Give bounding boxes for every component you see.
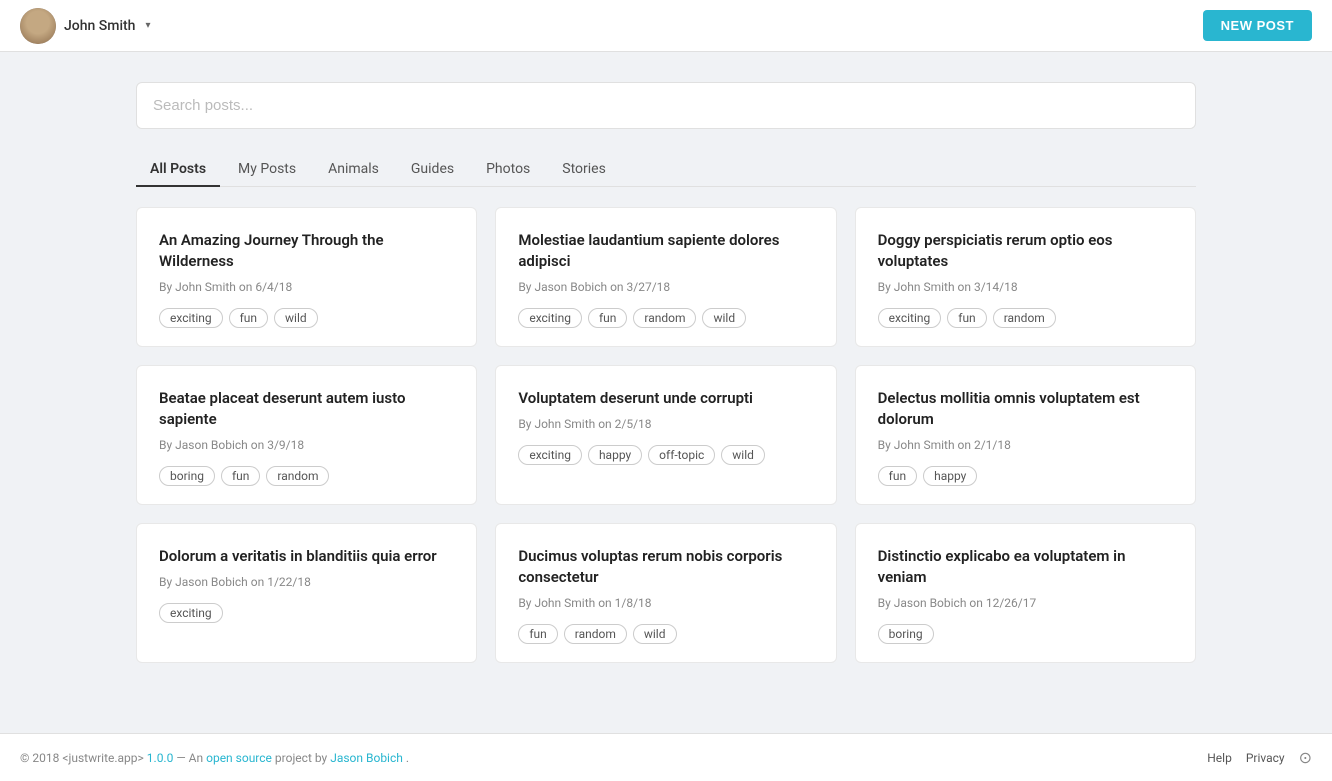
tag-boring[interactable]: boring: [878, 624, 934, 644]
post-tags: exciting fun random wild: [518, 308, 813, 328]
tag-happy[interactable]: happy: [923, 466, 977, 486]
post-tags: fun random wild: [518, 624, 813, 644]
footer-copyright: © 2018 <justwrite.app> 1.0.0 — An open s…: [20, 751, 409, 765]
tag-random[interactable]: random: [633, 308, 696, 328]
post-card: An Amazing Journey Through the Wildernes…: [136, 207, 477, 347]
tag-exciting[interactable]: exciting: [159, 603, 223, 623]
post-author: By John Smith on 2/1/18: [878, 438, 1173, 452]
post-card: Beatae placeat deserunt autem iusto sapi…: [136, 365, 477, 505]
post-tags: exciting happy off-topic wild: [518, 445, 813, 465]
tag-exciting[interactable]: exciting: [518, 445, 582, 465]
post-title: Beatae placeat deserunt autem iusto sapi…: [159, 388, 454, 430]
post-tags: boring: [878, 624, 1173, 644]
post-tags: boring fun random: [159, 466, 454, 486]
tag-exciting[interactable]: exciting: [878, 308, 942, 328]
tab-all-posts[interactable]: All Posts: [136, 153, 220, 187]
tag-wild[interactable]: wild: [721, 445, 765, 465]
post-title: Delectus mollitia omnis voluptatem est d…: [878, 388, 1173, 430]
footer-open-source-link[interactable]: open source: [206, 751, 272, 765]
post-author: By John Smith on 3/14/18: [878, 280, 1173, 294]
search-container: [136, 82, 1196, 129]
tag-exciting[interactable]: exciting: [159, 308, 223, 328]
tab-animals[interactable]: Animals: [314, 153, 393, 187]
posts-grid: An Amazing Journey Through the Wildernes…: [136, 207, 1196, 663]
tag-wild[interactable]: wild: [633, 624, 677, 644]
post-author: By John Smith on 2/5/18: [518, 417, 813, 431]
post-title: Molestiae laudantium sapiente dolores ad…: [518, 230, 813, 272]
footer-version-link[interactable]: 1.0.0: [147, 751, 174, 765]
footer-privacy-link[interactable]: Privacy: [1246, 751, 1285, 765]
post-tags: excitingfun random: [878, 308, 1173, 328]
tag-exciting[interactable]: exciting: [518, 308, 582, 328]
tag-off-topic[interactable]: off-topic: [648, 445, 715, 465]
tab-photos[interactable]: Photos: [472, 153, 544, 187]
post-card: Voluptatem deserunt unde corrupti By John…: [495, 365, 836, 505]
tab-guides[interactable]: Guides: [397, 153, 468, 187]
github-icon[interactable]: ⊙: [1299, 748, 1312, 767]
header-left: John Smith ▾: [20, 8, 151, 44]
tag-happy[interactable]: happy: [588, 445, 642, 465]
main-content: All PostsMy PostsAnimalsGuidesPhotosStor…: [116, 52, 1216, 693]
post-title: Distinctio explicabo ea voluptatem in ve…: [878, 546, 1173, 588]
tag-random[interactable]: random: [564, 624, 627, 644]
new-post-button[interactable]: NEW POST: [1203, 10, 1312, 41]
post-card: Molestiae laudantium sapiente dolores ad…: [495, 207, 836, 347]
tabs-nav: All PostsMy PostsAnimalsGuidesPhotosStor…: [136, 153, 1196, 187]
post-card: Delectus mollitia omnis voluptatem est d…: [855, 365, 1196, 505]
avatar[interactable]: [20, 8, 56, 44]
post-author: By Jason Bobich on 12/26/17: [878, 596, 1173, 610]
post-author: By John Smith on 1/8/18: [518, 596, 813, 610]
header: John Smith ▾ NEW POST: [0, 0, 1332, 52]
tag-fun[interactable]: fun: [518, 624, 557, 644]
post-title: An Amazing Journey Through the Wildernes…: [159, 230, 454, 272]
post-card: Ducimus voluptas rerum nobis corporis co…: [495, 523, 836, 663]
post-author: By Jason Bobich on 3/9/18: [159, 438, 454, 452]
search-input[interactable]: [153, 83, 1179, 128]
avatar-image: [20, 8, 56, 44]
post-author: By John Smith on 6/4/18: [159, 280, 454, 294]
tag-fun[interactable]: fun: [588, 308, 627, 328]
post-title: Ducimus voluptas rerum nobis corporis co…: [518, 546, 813, 588]
tag-fun[interactable]: fun: [229, 308, 268, 328]
user-name[interactable]: John Smith: [64, 18, 135, 34]
post-title: Voluptatem deserunt unde corrupti: [518, 388, 813, 409]
post-tags: exciting: [159, 603, 454, 623]
footer-help-link[interactable]: Help: [1207, 751, 1232, 765]
post-card: Distinctio explicabo ea voluptatem in ve…: [855, 523, 1196, 663]
post-card: Dolorum a veritatis in blanditiis quia e…: [136, 523, 477, 663]
tag-boring[interactable]: boring: [159, 466, 215, 486]
tag-random[interactable]: random: [266, 466, 329, 486]
post-card: Doggy perspiciatis rerum optio eos volup…: [855, 207, 1196, 347]
post-author: By Jason Bobich on 3/27/18: [518, 280, 813, 294]
post-author: By Jason Bobich on 1/22/18: [159, 575, 454, 589]
tag-random[interactable]: random: [993, 308, 1056, 328]
footer-author-link[interactable]: Jason Bobich: [330, 751, 403, 765]
tag-fun[interactable]: fun: [947, 308, 986, 328]
tab-stories[interactable]: Stories: [548, 153, 620, 187]
post-title: Dolorum a veritatis in blanditiis quia e…: [159, 546, 454, 567]
post-tags: fun happy: [878, 466, 1173, 486]
chevron-down-icon[interactable]: ▾: [145, 20, 150, 31]
footer: © 2018 <justwrite.app> 1.0.0 — An open s…: [0, 733, 1332, 781]
tag-fun[interactable]: fun: [878, 466, 917, 486]
post-title: Doggy perspiciatis rerum optio eos volup…: [878, 230, 1173, 272]
tab-my-posts[interactable]: My Posts: [224, 153, 310, 187]
post-tags: exciting funwild: [159, 308, 454, 328]
tag-wild[interactable]: wild: [274, 308, 318, 328]
tag-wild[interactable]: wild: [702, 308, 746, 328]
footer-right: Help Privacy ⊙: [1207, 748, 1312, 767]
tag-fun[interactable]: fun: [221, 466, 260, 486]
